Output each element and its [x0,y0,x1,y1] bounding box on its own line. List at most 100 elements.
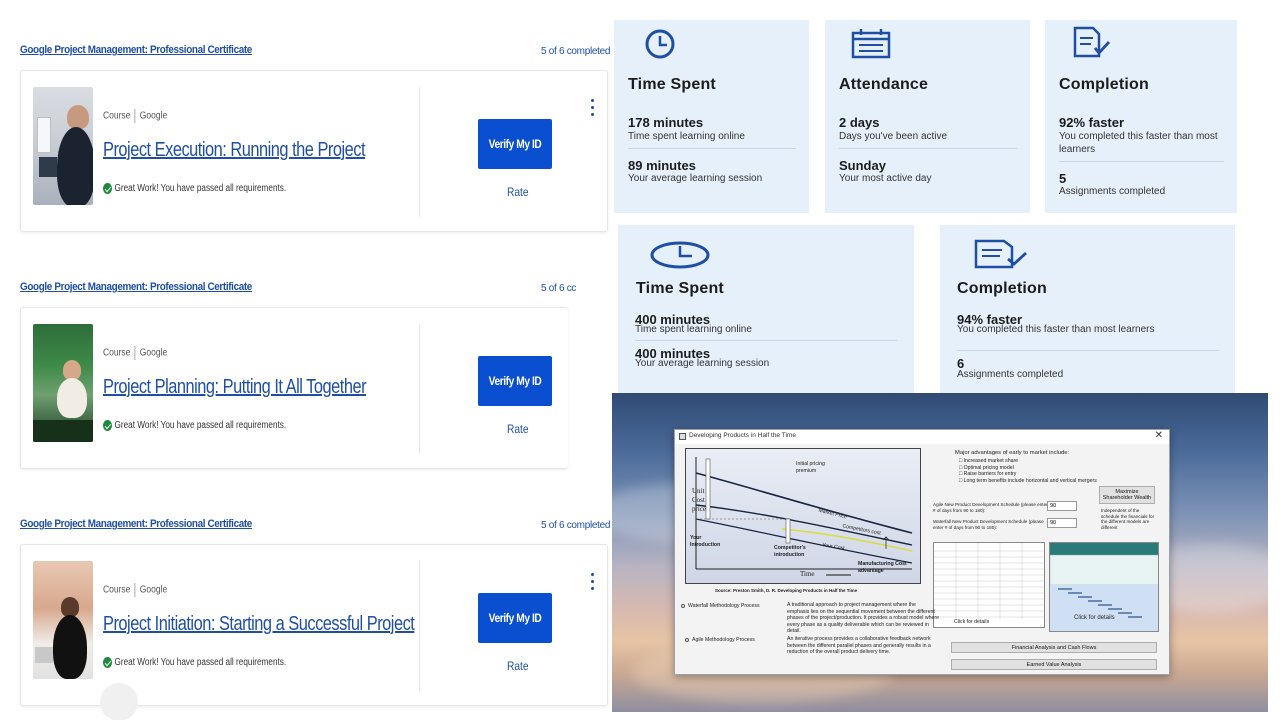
waterfall-radio-option[interactable]: Waterfall Methodology Process [681,603,760,610]
course-provider: Google [139,347,168,359]
pass-status-text: Great Work! You have passed all requirem… [114,657,287,669]
divider [839,148,1017,149]
course-type: Course [103,347,131,359]
advantage-item: □ Long term benefits include horizontal … [959,477,1097,484]
graph-annotation: Competitor's introduction [774,545,806,558]
stat-value: 178 minutes [628,115,704,130]
attendance-panel: Attendance 2 days Days you've been activ… [825,20,1030,213]
radio-icon [681,603,685,608]
stat-value: 92% faster [1059,115,1125,130]
card-divider [419,324,420,454]
close-icon[interactable]: ✕ [1155,430,1163,441]
agile-description: An iterative process provides a collabor… [787,636,931,655]
y-axis-label: Unit [692,487,705,495]
clock-icon [650,241,710,269]
waterfall-schedule-input[interactable]: 90 [1047,518,1077,528]
more-options-icon[interactable] [589,99,595,119]
stat-label: Your average learning session [635,358,770,369]
document-check-icon [1073,26,1111,58]
agile-schedule-input[interactable]: 90 [1047,501,1077,511]
course-provider: Google [139,110,168,122]
stat-value: 5 [1059,171,1067,186]
advantages-heading: Major advantages of early to market incl… [955,450,1070,456]
graph-annotation: Initial pricing premium [796,461,825,474]
rate-link[interactable]: Rate [507,659,529,673]
time-to-market-graph: Unit Cost price Initial pricing premium Ma… [685,448,921,584]
pass-status: Great Work! You have passed all requirem… [103,657,286,668]
course-card: Course Google Project Planning: Putting I… [20,307,568,469]
y-axis-label: price [692,505,706,513]
window-titlebar: Developing Products in Half the Time ✕ [675,430,1169,444]
graph-annotation: Manufacturing Cost advantage [858,561,907,574]
verify-id-button[interactable]: Verify My ID [478,593,552,643]
completion-panel: Completion 92% faster You completed this… [1045,20,1237,213]
stat-label: Your average learning session [628,173,763,184]
certificate-link[interactable]: Google Project Management: Professional … [20,44,252,56]
progress-dropdown[interactable]: 5 of 6 cc [541,283,576,294]
progress-text: 5 of 6 completed [541,520,611,531]
radio-icon [685,637,689,642]
section-header: Google Project Management: Professional … [20,42,625,64]
course-title-link[interactable]: Project Initiation: Starting a Successfu… [103,613,415,636]
course-section-2: Google Project Management: Professional … [20,281,608,469]
progress-text: 5 of 6 completed [541,46,611,57]
stat-label: You completed this faster than most lear… [1059,131,1218,155]
loading-placeholder [100,683,138,720]
more-options-icon[interactable] [589,573,595,593]
stat-label: You completed this faster than most lear… [957,324,1155,335]
stat-value: Sunday [839,158,886,173]
card-divider [419,87,420,217]
course-type: Course [103,584,131,596]
verify-id-label: Verify My ID [488,374,542,388]
desktop-wallpaper: Developing Products in Half the Time ✕ U… [612,393,1268,712]
screenshot-collage: Google Project Management: Professional … [0,0,1280,720]
certificate-link[interactable]: Google Project Management: Professional … [20,518,252,530]
panel-heading: Attendance [839,76,929,93]
waterfall-schedule-label: Waterfall New Product Development Schedu… [933,519,1044,530]
financials-table-thumbnail[interactable]: Click for details [933,542,1045,628]
time-spent-panel-2: Time Spent 400 minutes Time spent learni… [618,225,914,393]
clock-icon [645,29,675,59]
window-title: Developing Products in Half the Time [689,432,796,439]
course-meta: Course Google [103,583,167,597]
maximize-shareholder-wealth-button[interactable]: Maximize Shareholder Wealth [1099,486,1155,504]
course-title-link[interactable]: Project Planning: Putting It All Togethe… [103,376,367,399]
certificate-link[interactable]: Google Project Management: Professional … [20,281,252,293]
checkmark-icon [103,657,113,668]
app-window: Developing Products in Half the Time ✕ U… [674,429,1170,675]
progress-dropdown[interactable]: 5 of 6 completed [541,42,625,57]
agile-radio-option[interactable]: Agile Methodology Process [685,637,755,644]
divider [635,340,897,341]
section-header: Google Project Management: Professional … [20,516,625,538]
course-thumbnail [33,324,93,442]
stat-label: Time spent learning online [628,131,745,142]
pass-status: Great Work! You have passed all requirem… [103,420,286,431]
rate-link[interactable]: Rate [507,185,529,199]
earned-value-analysis-button[interactable]: Earned Value Analysis [951,659,1157,670]
verify-id-button[interactable]: Verify My ID [478,356,552,406]
stat-label: Time spent learning online [635,324,752,335]
x-axis-label: Time [800,570,815,578]
panel-heading: Time Spent [628,76,716,93]
course-provider: Google [139,584,168,596]
rate-link[interactable]: Rate [507,422,529,436]
financial-analysis-button[interactable]: Financial Analysis and Cash Flows [951,642,1157,653]
course-meta: Course Google [103,346,167,360]
course-card: Course Google Project Execution: Running … [20,70,608,232]
graph-source: Source: Preston Smith, D. R. Developing … [715,588,858,593]
waterfall-description: A traditional approach to project manage… [787,602,939,634]
advantages-list: □ Increased market share □ Optimal prici… [959,458,1097,484]
section-header: Google Project Management: Professional … [20,281,608,301]
course-title-link[interactable]: Project Execution: Running the Project [103,139,366,162]
divider [957,350,1219,351]
agile-schedule-label: Agile New Product Development Schedule (… [933,502,1048,513]
verify-id-button[interactable]: Verify My ID [478,119,552,169]
panel-heading: Completion [1059,76,1149,93]
progress-dropdown[interactable]: 5 of 6 completed [541,516,625,531]
completion-panel-2: Completion 94% faster You completed this… [940,225,1235,393]
gantt-chart-thumbnail[interactable]: Click for details [1049,542,1159,632]
course-section-1: Google Project Management: Professional … [20,42,625,232]
stat-value: 89 minutes [628,158,696,173]
course-thumbnail [33,87,93,205]
independent-note: Independent of the schedule the financia… [1101,508,1155,530]
